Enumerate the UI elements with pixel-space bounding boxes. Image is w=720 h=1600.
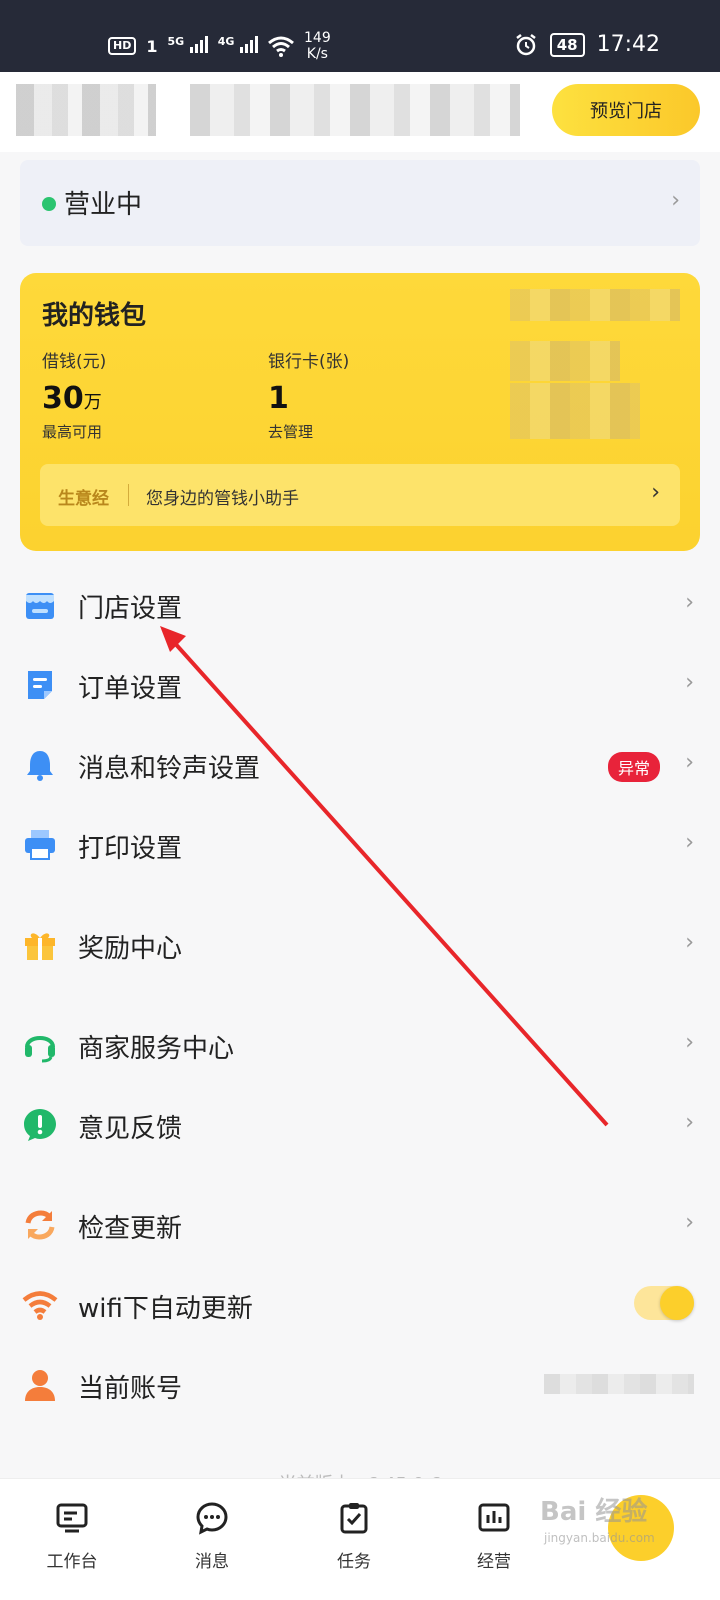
- wifi-icon: [22, 1291, 58, 1320]
- business-status-label: 营业中: [64, 190, 143, 220]
- menu-rewards-center[interactable]: 奖励中心 ›: [0, 910, 720, 980]
- printer-icon: [25, 830, 55, 860]
- task-icon: [340, 1503, 368, 1534]
- nav-label: 消息: [195, 1552, 229, 1572]
- store-icon: [26, 593, 54, 619]
- chevron-right-icon: ›: [685, 830, 694, 855]
- tips-tag: 生意经: [58, 489, 109, 509]
- store-header: 预览门店: [0, 72, 720, 152]
- menu-notification-settings[interactable]: 消息和铃声设置 异常 ›: [0, 730, 720, 800]
- status-bar-right: 48 17:42: [514, 32, 660, 57]
- message-icon: [196, 1502, 228, 1535]
- menu-label: 当前账号: [78, 1374, 183, 1404]
- clock: 17:42: [596, 32, 660, 57]
- hd-indicator: HD: [108, 37, 137, 55]
- wallet-redacted-3: [510, 383, 640, 439]
- menu-label: wifi下自动更新: [78, 1294, 253, 1324]
- menu-feedback[interactable]: 意见反馈 ›: [0, 1090, 720, 1160]
- nav-label: 经营: [477, 1552, 511, 1572]
- nav-label: 任务: [337, 1552, 371, 1572]
- refresh-icon: [25, 1210, 55, 1240]
- sim-indicator: 1: [146, 36, 158, 56]
- nav-messages[interactable]: 消息: [162, 1501, 262, 1572]
- wallet-redacted-2: [510, 341, 620, 381]
- wifi-status-icon: [268, 36, 294, 57]
- preview-store-button[interactable]: 预览门店: [552, 84, 700, 136]
- wallet-title: 我的钱包: [42, 301, 147, 331]
- alarm-icon: [515, 33, 536, 55]
- chart-icon: [478, 1503, 510, 1532]
- gift-icon: [25, 933, 55, 960]
- menu-order-settings[interactable]: 订单设置 ›: [0, 650, 720, 720]
- battery-icon: 48: [549, 32, 585, 57]
- nav-workbench[interactable]: 工作台: [22, 1501, 122, 1572]
- bottom-navigation: 工作台 消息 任务 经营 Bai 经验 jingyan.baidu.com: [0, 1478, 720, 1600]
- chevron-right-icon: ›: [651, 480, 660, 505]
- status-bar: HD 1 5G 4G 149 K/s 48 17:42: [0, 0, 720, 72]
- menu-check-update[interactable]: 检查更新 ›: [0, 1190, 720, 1260]
- menu-store-settings[interactable]: 门店设置 ›: [0, 570, 720, 640]
- menu-print-settings[interactable]: 打印设置 ›: [0, 810, 720, 880]
- person-icon: [25, 1370, 55, 1401]
- toggle-knob: [660, 1286, 694, 1320]
- menu-merchant-service[interactable]: 商家服务中心 ›: [0, 1010, 720, 1080]
- network-speed: 149 K/s: [304, 30, 331, 62]
- loan-amount: 30: [42, 381, 84, 416]
- menu-wifi-auto-update: wifi下自动更新: [0, 1270, 720, 1340]
- nav-label: 工作台: [46, 1552, 98, 1572]
- chevron-right-icon: ›: [685, 930, 694, 955]
- manage-cards-link[interactable]: 去管理: [268, 421, 313, 442]
- store-name-redacted: [16, 84, 156, 136]
- chevron-right-icon: ›: [685, 1110, 694, 1135]
- open-status-dot: [42, 197, 56, 211]
- wallet-redacted-1: [510, 289, 680, 321]
- business-tips-banner[interactable]: 生意经 您身边的管钱小助手 ›: [40, 464, 680, 526]
- feedback-icon: [24, 1109, 56, 1141]
- menu-current-account[interactable]: 当前账号: [0, 1350, 720, 1420]
- menu-label: 打印设置: [78, 834, 183, 864]
- watermark-url: jingyan.baidu.com: [544, 1531, 655, 1545]
- net-5g-label: 5G: [167, 35, 185, 48]
- nav-tasks[interactable]: 任务: [304, 1501, 404, 1572]
- menu-label: 门店设置: [78, 594, 183, 624]
- bank-card-label: 银行卡(张): [268, 352, 350, 372]
- watermark-logo: Bai 经验: [540, 1497, 648, 1527]
- loan-label: 借钱(元): [42, 352, 107, 372]
- menu-label: 商家服务中心: [78, 1034, 235, 1064]
- account-redacted: [544, 1374, 694, 1394]
- speed-unit: K/s: [306, 46, 328, 62]
- bell-icon: [27, 751, 53, 781]
- bank-card-count[interactable]: 1: [268, 381, 289, 416]
- error-badge: 异常: [607, 752, 660, 782]
- loan-subtitle: 最高可用: [42, 423, 103, 441]
- chevron-right-icon: ›: [685, 1210, 694, 1235]
- headset-icon: [25, 1036, 55, 1063]
- menu-label: 消息和铃声设置: [78, 754, 261, 784]
- signal-4g-icon: 4G: [217, 35, 259, 57]
- loan-unit: 万: [83, 392, 102, 413]
- chevron-right-icon: ›: [685, 1030, 694, 1055]
- menu-label: 意见反馈: [78, 1114, 183, 1144]
- document-icon: [28, 671, 52, 699]
- chevron-right-icon: ›: [685, 590, 694, 615]
- nav-operations[interactable]: 经营: [444, 1501, 544, 1572]
- business-status-card[interactable]: 营业中 ›: [20, 160, 700, 246]
- signal-5g-icon: 5G: [167, 35, 208, 57]
- store-info-redacted: [190, 84, 520, 136]
- chevron-right-icon: ›: [685, 670, 694, 695]
- chevron-right-icon: ›: [671, 188, 680, 213]
- speed-value: 149: [304, 30, 331, 46]
- status-bar-left: HD 1 5G 4G 149 K/s: [108, 28, 331, 64]
- menu-label: 奖励中心: [78, 934, 183, 964]
- menu-label: 订单设置: [78, 674, 183, 704]
- workbench-icon: [56, 1503, 88, 1533]
- chevron-right-icon: ›: [685, 750, 694, 775]
- tips-text: 您身边的管钱小助手: [146, 489, 299, 509]
- wifi-auto-update-toggle[interactable]: [634, 1286, 694, 1320]
- loan-value[interactable]: 30万: [42, 381, 102, 416]
- menu-label: 检查更新: [78, 1214, 183, 1244]
- wallet-card[interactable]: 我的钱包 借钱(元) 30万 最高可用 银行卡(张) 1 去管理 生意经 您身边…: [20, 273, 700, 551]
- tips-divider: [128, 484, 129, 506]
- net-4g-label: 4G: [217, 35, 235, 48]
